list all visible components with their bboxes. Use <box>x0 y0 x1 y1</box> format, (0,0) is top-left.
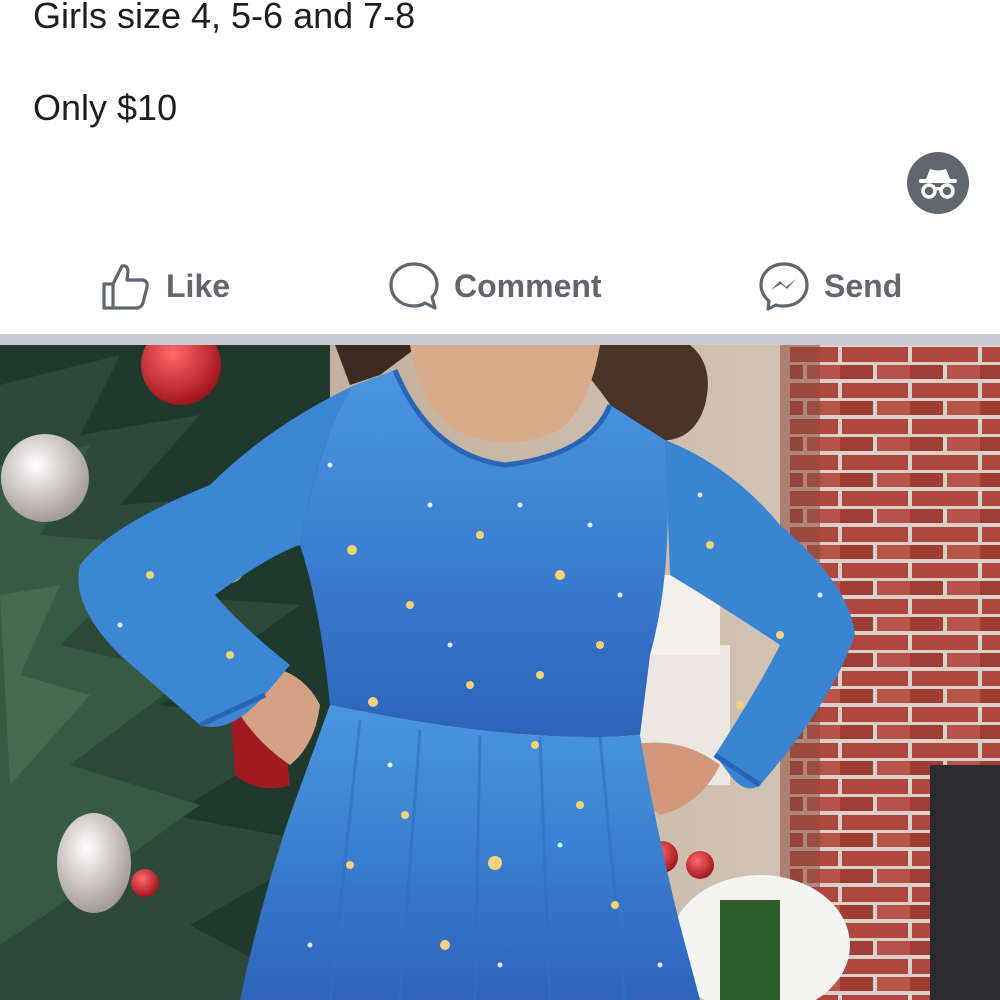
post-text-sizes: Girls size 4, 5-6 and 7-8 <box>33 0 416 36</box>
post-photo[interactable] <box>0 345 1000 1000</box>
like-label: Like <box>166 267 231 304</box>
comment-button[interactable]: Comment <box>388 258 602 314</box>
messenger-icon <box>758 260 810 312</box>
post-action-bar: Like Comment Send <box>0 240 1000 332</box>
speech-bubble-icon <box>388 260 440 312</box>
facebook-post: Girls size 4, 5-6 and 7-8 Only $10 Like <box>0 0 1000 1000</box>
send-label: Send <box>824 267 903 304</box>
incognito-icon[interactable] <box>907 152 969 214</box>
comment-label: Comment <box>454 267 602 304</box>
like-button[interactable]: Like <box>100 258 230 314</box>
thumbs-up-icon <box>100 260 152 312</box>
send-button[interactable]: Send <box>758 258 902 314</box>
section-divider <box>0 334 1000 345</box>
post-text-price: Only $10 <box>33 87 178 128</box>
